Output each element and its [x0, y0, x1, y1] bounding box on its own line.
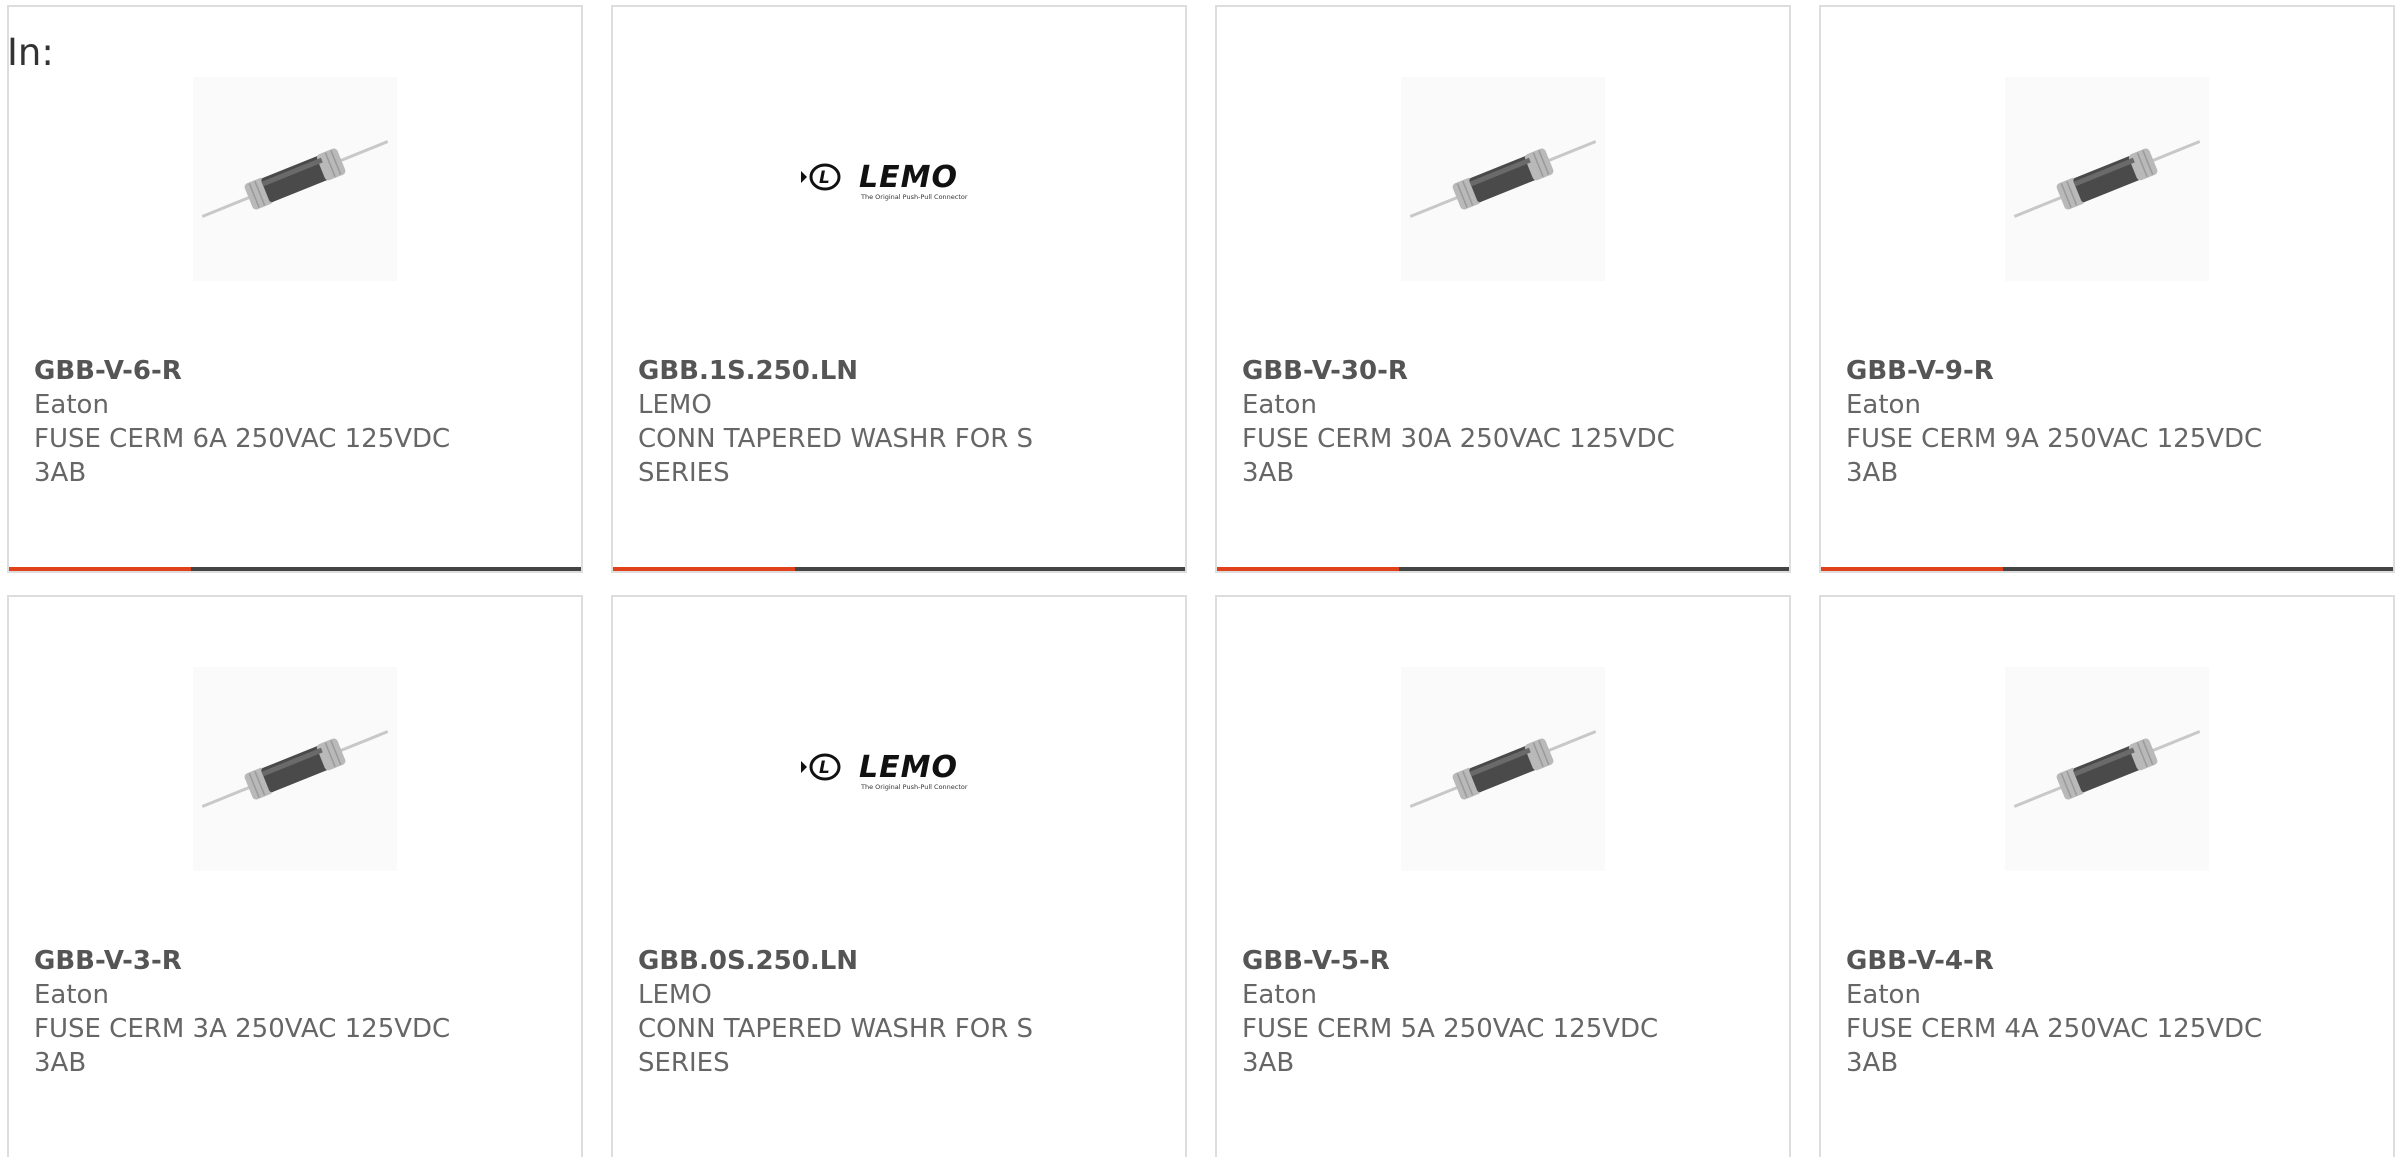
description: FUSE CERM 9A 250VAC 125VDC 3AB [1846, 424, 2263, 488]
product-card[interactable]: L LEMO The Original Push-Pull Connector … [611, 595, 1187, 1157]
fuse-icon [1401, 77, 1605, 281]
lemo-logo-icon: L LEMO The Original Push-Pull Connector [801, 750, 968, 791]
part-number[interactable]: GBB-V-9-R [1846, 354, 2296, 388]
manufacturer: LEMO [638, 390, 712, 420]
description: FUSE CERM 5A 250VAC 125VDC 3AB [1242, 1014, 1659, 1078]
product-grid-page: In: GBB-V-6-R Eaton FUSE CERM 6A 250VAC … [0, 0, 2400, 1157]
card-bar-accent [1217, 567, 1399, 571]
manufacturer: Eaton [1846, 980, 1921, 1010]
manufacturer: Eaton [34, 980, 109, 1010]
description: FUSE CERM 4A 250VAC 125VDC 3AB [1846, 1014, 2263, 1078]
part-number[interactable]: GBB-V-30-R [1242, 354, 1692, 388]
product-card[interactable]: GBB-V-4-R Eaton FUSE CERM 4A 250VAC 125V… [1819, 595, 2395, 1157]
card-bar [9, 567, 581, 571]
part-number[interactable]: GBB-V-6-R [34, 354, 484, 388]
product-image[interactable] [1401, 77, 1605, 281]
fuse-icon [2005, 667, 2209, 871]
card-bar [613, 567, 1185, 571]
product-image[interactable] [193, 667, 397, 871]
product-image[interactable]: L LEMO The Original Push-Pull Connector [797, 667, 1001, 871]
product-image[interactable]: L LEMO The Original Push-Pull Connector [797, 77, 1001, 281]
product-card[interactable]: GBB-V-30-R Eaton FUSE CERM 30A 250VAC 12… [1215, 5, 1791, 573]
svg-text:The Original Push-Pull Connect: The Original Push-Pull Connector [860, 783, 968, 791]
manufacturer: Eaton [1242, 390, 1317, 420]
card-bar [1217, 567, 1789, 571]
card-bar-accent [1821, 567, 2003, 571]
in-label: In: [7, 31, 54, 74]
manufacturer: LEMO [638, 980, 712, 1010]
svg-text:LEMO: LEMO [859, 750, 958, 785]
product-image[interactable] [2005, 77, 2209, 281]
manufacturer: Eaton [34, 390, 109, 420]
lemo-logo-icon: L LEMO The Original Push-Pull Connector [801, 160, 968, 201]
product-image[interactable] [1401, 667, 1605, 871]
card-bar-accent [613, 567, 795, 571]
description: FUSE CERM 30A 250VAC 125VDC 3AB [1242, 424, 1675, 488]
fuse-icon [193, 667, 397, 871]
part-number[interactable]: GBB.0S.250.LN [638, 944, 1088, 978]
part-number[interactable]: GBB-V-5-R [1242, 944, 1692, 978]
part-number[interactable]: GBB.1S.250.LN [638, 354, 1088, 388]
description: FUSE CERM 6A 250VAC 125VDC 3AB [34, 424, 451, 488]
description: CONN TAPERED WASHR FOR S SERIES [638, 424, 1034, 488]
product-card[interactable]: GBB-V-9-R Eaton FUSE CERM 9A 250VAC 125V… [1819, 5, 2395, 573]
product-card[interactable]: GBB-V-3-R Eaton FUSE CERM 3A 250VAC 125V… [7, 595, 583, 1157]
product-image[interactable] [2005, 667, 2209, 871]
manufacturer: Eaton [1846, 390, 1921, 420]
product-card[interactable]: GBB-V-5-R Eaton FUSE CERM 5A 250VAC 125V… [1215, 595, 1791, 1157]
fuse-icon [2005, 77, 2209, 281]
product-card[interactable]: GBB-V-6-R Eaton FUSE CERM 6A 250VAC 125V… [7, 5, 583, 573]
product-card[interactable]: L LEMO The Original Push-Pull Connector … [611, 5, 1187, 573]
description: FUSE CERM 3A 250VAC 125VDC 3AB [34, 1014, 451, 1078]
card-bar-accent [9, 567, 191, 571]
product-image[interactable] [193, 77, 397, 281]
part-number[interactable]: GBB-V-4-R [1846, 944, 2296, 978]
fuse-icon [193, 77, 397, 281]
svg-text:LEMO: LEMO [859, 160, 958, 195]
card-bar [1821, 567, 2393, 571]
part-number[interactable]: GBB-V-3-R [34, 944, 484, 978]
svg-text:The Original Push-Pull Connect: The Original Push-Pull Connector [860, 193, 968, 201]
description: CONN TAPERED WASHR FOR S SERIES [638, 1014, 1034, 1078]
fuse-icon [1401, 667, 1605, 871]
manufacturer: Eaton [1242, 980, 1317, 1010]
svg-text:L: L [819, 168, 830, 188]
svg-text:L: L [819, 758, 830, 778]
